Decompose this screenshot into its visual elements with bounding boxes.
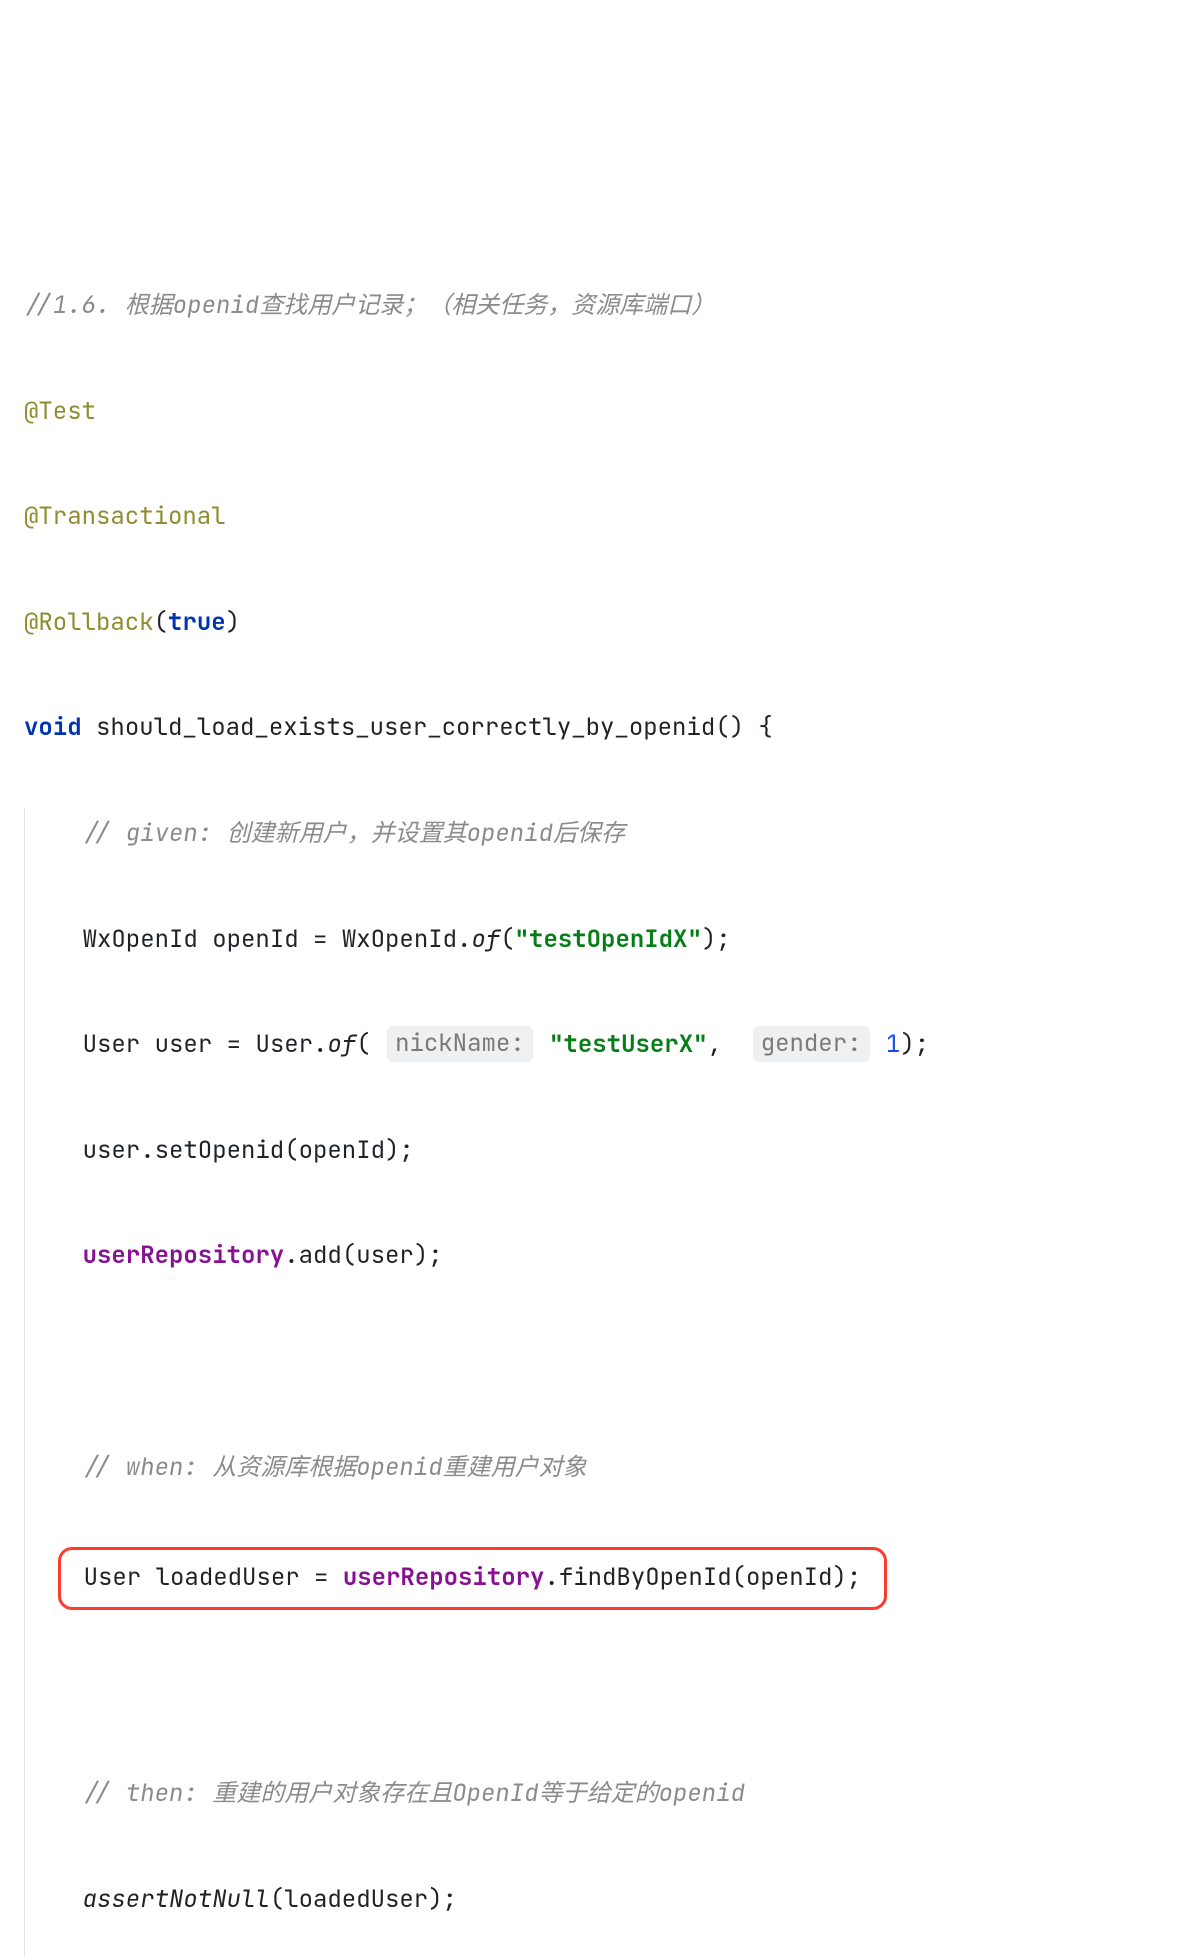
code-line: @Rollback(true) (24, 597, 1172, 650)
code-line: assertNotNull(loadedUser); (25, 1874, 1172, 1927)
type-user: User (83, 1029, 141, 1060)
string-openid: "testOpenIdX" (515, 924, 702, 955)
param-hint-nickname: nickName: (387, 1026, 533, 1062)
code-line: WxOpenId openId = WxOpenId.of("testOpenI… (25, 914, 1172, 967)
var-openid: openId (212, 924, 298, 955)
annotation-transactional: @Transactional (24, 501, 226, 532)
code-line: @Transactional (24, 491, 1172, 544)
var-user: user (155, 1029, 213, 1060)
type-wxopenid-2: WxOpenId (342, 924, 457, 955)
annotation-rollback: @Rollback (24, 607, 154, 638)
method-sig: () { (715, 712, 773, 743)
of-call: of (471, 924, 500, 955)
comment-then: // then: 重建的用户对象存在且OpenId等于给定的openid (83, 1778, 745, 1809)
code-line: user.setOpenid(openId); (25, 1125, 1172, 1178)
type-user-3: User (84, 1562, 142, 1593)
true-literal: true (168, 607, 226, 638)
code-line: @Test (24, 386, 1172, 439)
of-call-2: of (327, 1029, 356, 1060)
highlight-box: User loadedUser = userRepository.findByO… (58, 1547, 886, 1610)
code-line: userRepository.add(user); (25, 1230, 1172, 1283)
comment-when: // when: 从资源库根据openid重建用户对象 (83, 1452, 587, 1483)
param-hint-gender: gender: (753, 1026, 870, 1062)
type-wxopenid: WxOpenId (83, 924, 198, 955)
code-line: User user = User.of( nickName: "testUser… (25, 1019, 1172, 1072)
code-line-highlighted: User loadedUser = userRepository.findByO… (25, 1547, 1172, 1610)
assert-notnull: assertNotNull (83, 1884, 270, 1915)
findbyopenid-call: .findByOpenId(openId); (544, 1562, 861, 1593)
type-user-2: User (255, 1029, 313, 1060)
code-line: void should_load_exists_user_correctly_b… (24, 702, 1172, 755)
code-line: //1.6. 根据openid查找用户记录；（相关任务，资源库端口） (24, 280, 1172, 333)
keyword-void: void (24, 712, 82, 743)
comment-text: //1.6. 根据openid查找用户记录；（相关任务，资源库端口） (24, 290, 715, 321)
annotation-test: @Test (24, 396, 96, 427)
paren: ) (226, 607, 240, 638)
var-loadeduser: loadedUser (156, 1562, 300, 1593)
code-line: // then: 重建的用户对象存在且OpenId等于给定的openid (25, 1768, 1172, 1821)
blank-line (25, 1663, 1172, 1716)
num-gender: 1 (886, 1029, 900, 1060)
code-line: // when: 从资源库根据openid重建用户对象 (25, 1442, 1172, 1495)
blank-line (25, 1336, 1172, 1389)
string-username: "testUserX" (549, 1029, 707, 1060)
add-call: .add(user); (284, 1240, 442, 1271)
assert-notnull-args: (loadedUser); (270, 1884, 457, 1915)
paren: ( (154, 607, 168, 638)
field-userrepo-2: userRepository (343, 1562, 545, 1593)
code-line: // given: 创建新用户，并设置其openid后保存 (25, 808, 1172, 861)
set-openid-call: user.setOpenid(openId); (83, 1135, 414, 1166)
code-block: //1.6. 根据openid查找用户记录；（相关任务，资源库端口） @Test… (24, 227, 1172, 1956)
field-userrepo: userRepository (83, 1240, 285, 1271)
comment-given: // given: 创建新用户，并设置其openid后保存 (83, 818, 625, 849)
method-name: should_load_exists_user_correctly_by_ope… (96, 712, 715, 743)
method-body: // given: 创建新用户，并设置其openid后保存 WxOpenId o… (24, 808, 1172, 1956)
